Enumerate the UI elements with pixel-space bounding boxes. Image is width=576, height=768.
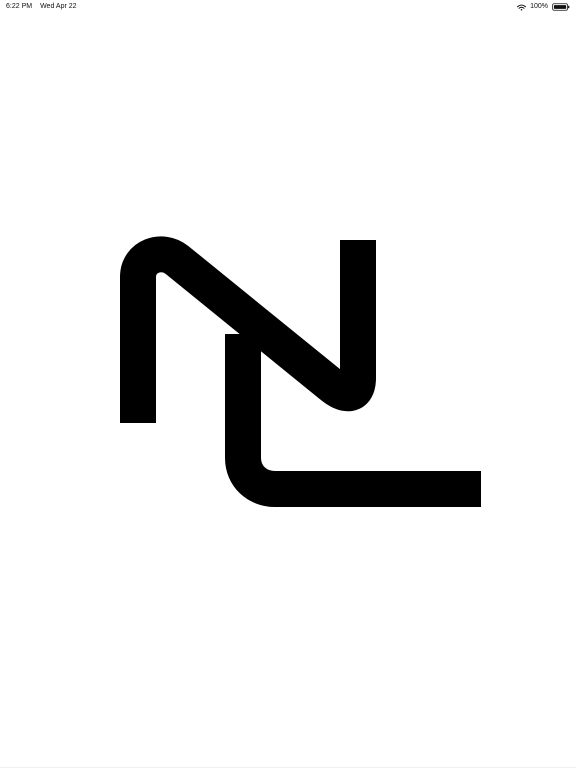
logo-container [0,0,576,768]
nl-monogram-logo-icon [120,236,481,507]
